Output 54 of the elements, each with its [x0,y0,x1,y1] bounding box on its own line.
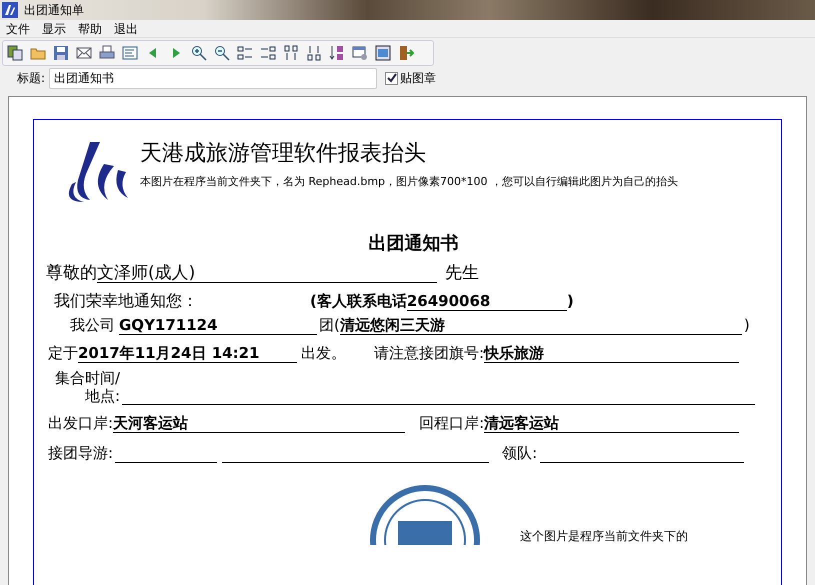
field-label: 定于 [48,343,78,363]
report-header-title: 天港成旅游管理软件报表抬头 [140,140,427,168]
field-value: 文泽师(成人) [97,263,437,283]
field-value: 天河客运站 [113,413,406,433]
align-left-icon[interactable] [237,45,253,61]
field-label: 接团导游: [48,443,114,463]
save-icon[interactable] [53,45,69,61]
field-value: GQY171124 [119,315,317,335]
menu-item[interactable]: 退出 [108,20,144,37]
field-label: 出发。 [301,343,346,363]
printer-icon[interactable] [99,45,115,61]
field-value: 2017年11月24日 14:21 [78,343,297,363]
field-label: 集合时间/ [54,369,120,387]
field-label: 先生 [445,263,479,283]
window-icon[interactable] [352,45,368,61]
report-heading: 出团通知书 [368,232,460,256]
field-label: 我们荣幸地通知您： [54,291,198,311]
zoom-in-icon[interactable] [191,45,207,61]
checkbox-label: 贴图章 [400,70,436,87]
field-label: 请注意接团旗号: [374,343,484,363]
menu-item[interactable]: 文件 [0,20,36,37]
field-label: 团( [319,315,340,335]
stamp-note: 这个图片是程序当前文件夹下的 [520,528,688,545]
picture-icon[interactable] [375,45,391,61]
field-label: ) [566,291,574,311]
field-label: ) [744,315,750,335]
zoom-out-icon[interactable] [214,45,230,61]
door-icon[interactable] [398,45,414,61]
copy-icon[interactable] [7,45,23,61]
menu-item[interactable]: 帮助 [72,20,108,37]
app-icon [2,2,18,18]
sort-icon[interactable] [329,45,345,61]
document-icon[interactable] [122,45,138,61]
field-label: 尊敬的 [46,263,97,283]
menu-item[interactable]: 显示 [36,20,72,37]
align-top-icon[interactable] [283,45,299,61]
field-label: 地点: [84,387,120,405]
field-value: 26490068 [406,291,567,311]
title-label: 标题: [17,70,46,87]
field-value: 快乐旅游 [484,343,740,363]
field-label: 领队: [502,443,538,463]
field-label: 我公司 [70,315,115,335]
align-right-icon[interactable] [260,45,276,61]
title-input[interactable]: 出团通知书 [49,68,378,88]
field-value: 清远悠闲三天游 [340,315,742,335]
field-label: 回程口岸: [419,413,484,433]
field-label: 出发口岸: [48,413,114,433]
field-label: (客人联系电话 [310,291,407,311]
report-header-note: 本图片在程序当前文件夹下，名为 Rephead.bmp，图片像素700*100 ，您可以自行编辑此图片为自己的抬头 [140,174,678,190]
stamp-checkbox[interactable] [385,72,398,84]
envelope-icon[interactable] [76,45,92,61]
align-bottom-icon[interactable] [306,45,322,61]
field-value: 清远客运站 [484,413,740,433]
window-title: 出团通知单 [24,2,84,19]
